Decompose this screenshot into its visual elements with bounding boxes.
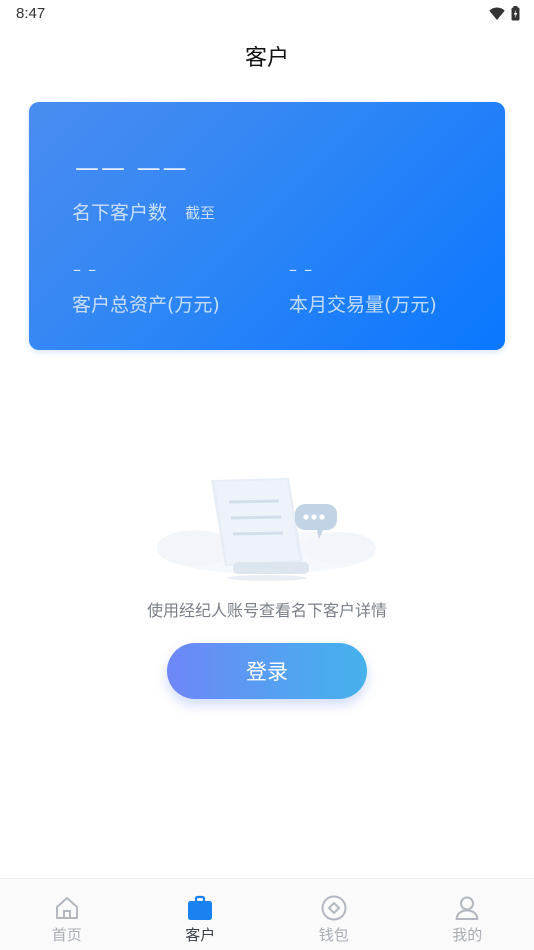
login-button[interactable]: 登录	[167, 643, 367, 699]
tab-home-label: 首页	[51, 926, 82, 944]
customer-summary-card: —— —— 名下客户数 截至 – – 客户总资产(万元) – – 本月交易量(万…	[29, 102, 505, 350]
tab-wallet-label: 钱包	[318, 926, 349, 944]
tab-customers[interactable]: 客户	[134, 879, 268, 950]
status-icons	[489, 6, 520, 21]
wallet-icon	[319, 893, 349, 923]
as-of-label: 截至	[185, 204, 216, 222]
page-title: 客户	[244, 46, 289, 71]
battery-icon	[511, 6, 520, 21]
total-assets-value: – –	[73, 260, 98, 279]
tab-wallet[interactable]: 钱包	[267, 879, 401, 950]
wifi-icon	[489, 7, 505, 20]
tab-home[interactable]: 首页	[0, 879, 134, 950]
home-icon	[52, 893, 82, 923]
customer-count-label: 名下客户数	[72, 202, 168, 224]
status-bar: 8:47	[0, 0, 534, 28]
document-icon	[211, 478, 309, 574]
customer-count-value: —— ——	[75, 154, 189, 182]
total-assets-label: 客户总资产(万元)	[72, 294, 220, 316]
monthly-volume-value: – –	[289, 260, 314, 279]
person-icon	[452, 893, 482, 923]
status-time: 8:47	[16, 5, 46, 22]
tab-profile[interactable]: 我的	[401, 879, 534, 950]
tab-profile-label: 我的	[452, 926, 483, 944]
briefcase-icon	[185, 893, 215, 923]
empty-state-hint: 使用经纪人账号查看名下客户详情	[146, 601, 387, 620]
monthly-volume-label: 本月交易量(万元)	[289, 294, 437, 316]
tab-customers-label: 客户	[185, 926, 216, 944]
bottom-tab-bar: 首页 客户 钱包 我的	[0, 878, 534, 950]
empty-state-illustration	[157, 478, 376, 581]
